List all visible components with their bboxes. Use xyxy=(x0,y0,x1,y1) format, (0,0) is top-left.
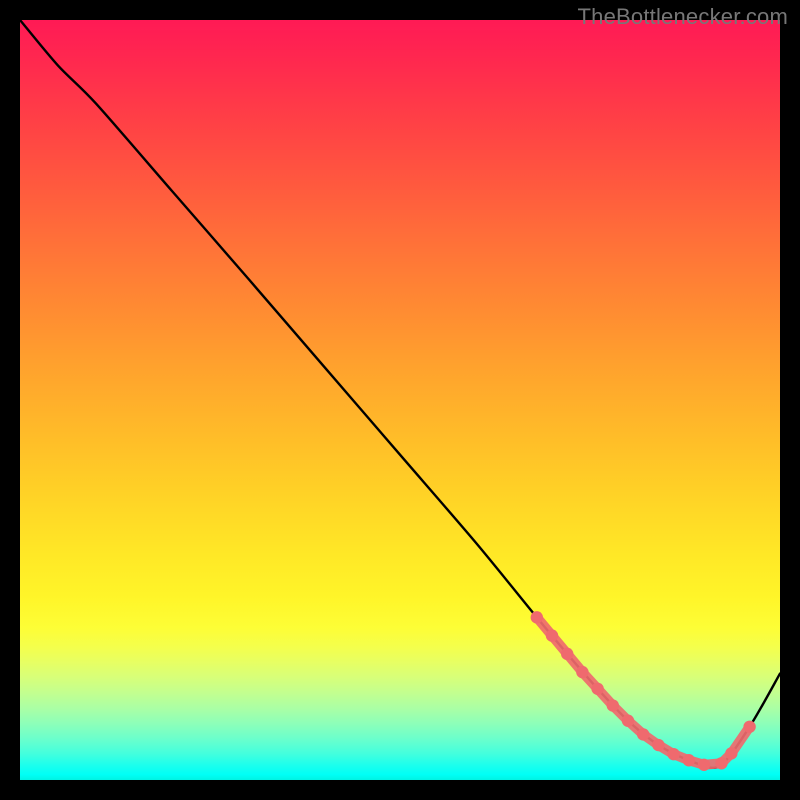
highlight-dot xyxy=(607,699,619,711)
highlight-dot xyxy=(622,715,634,727)
main-curve xyxy=(20,20,780,768)
highlight-dot xyxy=(591,683,603,695)
highlight-dot xyxy=(683,754,695,766)
highlight-dot xyxy=(698,759,710,771)
attribution-text: TheBottlenecker.com xyxy=(578,4,788,30)
chart-plot-area xyxy=(20,20,780,780)
highlight-dot xyxy=(667,748,679,760)
highlight-dot xyxy=(576,666,588,678)
highlight-dot xyxy=(725,747,737,759)
highlight-dot xyxy=(561,648,573,660)
highlight-dot xyxy=(652,739,664,751)
highlight-dot xyxy=(546,629,558,641)
highlight-dot xyxy=(715,757,727,769)
curve-layer xyxy=(20,20,780,780)
highlight-dot xyxy=(637,728,649,740)
highlight-dot xyxy=(743,721,755,733)
highlight-dots xyxy=(531,611,756,771)
highlight-dot xyxy=(531,611,543,623)
